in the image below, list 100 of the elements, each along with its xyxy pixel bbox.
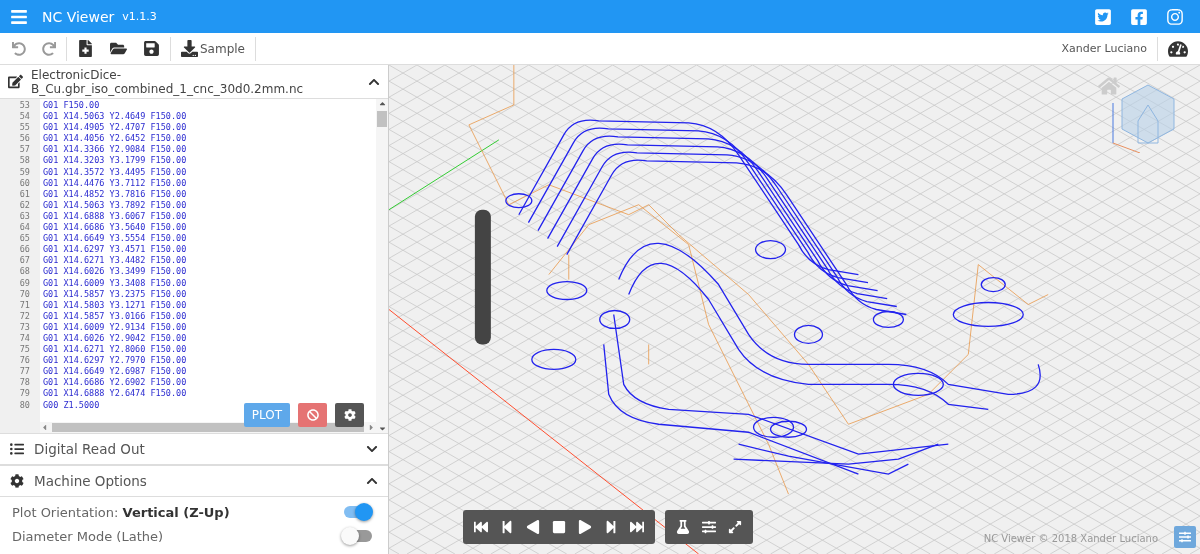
code-line: G01 X14.6271 Y3.4482 F150.00 (43, 255, 188, 267)
code-editor[interactable] (0, 99, 388, 433)
line-number: 69 (18, 277, 31, 289)
code-line: G01 X14.4905 Y2.4707 F150.00 (43, 122, 188, 134)
chevron-up-icon (366, 475, 378, 487)
sliders-icon (1179, 531, 1191, 543)
copyright-text: NC Viewer © 2018 Xander Luciano (983, 533, 1158, 544)
code-line: G01 X14.5803 Y3.1271 F150.00 (43, 299, 188, 311)
app-version: v1.1.3 (122, 10, 157, 23)
gear-icon (10, 474, 24, 488)
line-number: 74 (18, 332, 31, 345)
ban-icon (306, 409, 319, 421)
file-plus-icon (77, 40, 94, 57)
settings-button[interactable] (335, 403, 364, 427)
folder-icon (110, 40, 127, 57)
code-line: G01 X14.4852 Y3.7816 F150.00 (43, 188, 188, 200)
redo-icon (42, 41, 56, 56)
line-number: 58 (18, 155, 31, 167)
line-number: 63 (18, 210, 31, 223)
code-line: G01 X14.6649 Y2.6987 F150.00 (43, 366, 188, 378)
line-number: 73 (18, 321, 31, 333)
code-line: G01 X14.3366 Y2.9084 F150.00 (43, 144, 188, 156)
author-name: Xander Luciano (1061, 42, 1147, 55)
code-line: G01 X14.4056 Y2.6452 F150.00 (43, 133, 188, 145)
sliders-icon (702, 520, 716, 534)
edit-icon (8, 74, 23, 89)
line-number: 62 (18, 199, 31, 211)
gauge-icon (1168, 38, 1188, 59)
line-number: 61 (18, 188, 31, 200)
stop-icon (552, 520, 566, 534)
line-number: 68 (18, 266, 31, 278)
line-number: 67 (18, 255, 31, 267)
code-line: G01 X14.5857 Y3.2375 F150.00 (43, 288, 188, 300)
app-title: NC Viewer (42, 8, 115, 25)
play-icon (578, 520, 592, 534)
undo-icon (12, 41, 26, 56)
line-number: 59 (18, 166, 31, 178)
code-line: G01 X14.6026 Y2.9042 F150.00 (43, 332, 188, 345)
code-line: G01 X14.6297 Y3.4571 F150.00 (43, 244, 188, 256)
code-line: G01 X14.6649 Y3.5554 F150.00 (43, 233, 188, 245)
code-line: G01 X14.6271 Y2.8060 F150.00 (43, 344, 188, 356)
code-line: G01 X14.5063 Y3.7892 F150.00 (43, 199, 188, 211)
caret-down-icon[interactable] (377, 424, 387, 433)
line-number: 55 (18, 122, 31, 134)
code-line: G01 X14.6686 Y3.5640 F150.00 (43, 222, 188, 234)
line-number: 60 (18, 177, 31, 189)
line-number: 78 (18, 377, 31, 389)
fast-forward-icon (630, 520, 644, 534)
line-number: 72 (18, 310, 31, 322)
expand-icon (728, 520, 742, 534)
panel-header[interactable]: Digital Read Out (0, 433, 388, 465)
caret-up-icon[interactable] (377, 99, 387, 108)
menu-icon[interactable] (10, 7, 28, 26)
cancel-button[interactable] (298, 403, 327, 427)
instagram-icon[interactable] (1166, 7, 1184, 26)
fast-backward-icon (474, 520, 488, 534)
code-line: G01 X14.3572 Y3.4495 F150.00 (43, 166, 188, 178)
caret-left-icon[interactable] (40, 423, 49, 432)
line-number: 80 (18, 399, 31, 411)
toggle-switch[interactable] (344, 530, 372, 542)
code-line: G01 X14.6009 Y2.9134 F150.00 (43, 321, 188, 333)
vertical-scrollbar[interactable] (376, 99, 388, 433)
list-icon (10, 442, 24, 456)
code-line: G01 X14.5063 Y2.4649 F150.00 (43, 111, 188, 123)
file-name: ElectronicDice-B_Cu.gbr_iso_combined_1_cnc_30d0.2mm.nc (31, 67, 305, 96)
line-number: 79 (18, 388, 31, 400)
step-backward-icon (500, 520, 514, 534)
line-number: 64 (18, 222, 31, 234)
scroll-thumb[interactable] (377, 111, 387, 127)
line-number: 71 (18, 299, 31, 311)
code-line: G01 X14.4476 Y3.7112 F150.00 (43, 177, 188, 189)
code-line: G01 X14.3203 Y3.1799 F150.00 (43, 155, 188, 167)
line-number: 66 (18, 244, 31, 256)
code-line: G01 X14.6297 Y2.7970 F150.00 (43, 355, 188, 367)
toggle-switch[interactable] (344, 506, 372, 518)
reverse-play-icon (526, 520, 540, 534)
panel-header[interactable]: Machine Options (0, 465, 388, 497)
code-line: G01 X14.6686 Y2.6902 F150.00 (43, 377, 188, 389)
download-icon (181, 40, 198, 57)
facebook-icon[interactable] (1130, 7, 1148, 26)
line-number: 54 (18, 111, 31, 123)
line-number: 76 (18, 355, 31, 367)
step-forward-icon (604, 520, 618, 534)
line-number: 53 (18, 100, 31, 112)
option-label: Plot Orientation: Vertical (Z-Up) (12, 504, 231, 520)
code-line: G01 X14.6026 Y3.3499 F150.00 (43, 266, 188, 278)
line-number: 77 (18, 366, 31, 378)
flask-icon (676, 520, 690, 534)
line-number: 57 (18, 144, 31, 156)
code-line: G01 X14.6888 Y2.6474 F150.00 (43, 388, 188, 400)
line-number: 70 (18, 288, 31, 300)
settings-icon (343, 409, 356, 421)
code-line: G01 F150.00 (43, 100, 101, 112)
chevron-down-icon (366, 443, 378, 455)
twitter-icon[interactable] (1094, 7, 1112, 26)
code-line: G01 X14.5857 Y3.0166 F150.00 (43, 310, 188, 322)
sample-button[interactable]: Sample (175, 37, 251, 60)
line-number: 75 (18, 344, 31, 356)
caret-right-icon[interactable] (367, 423, 376, 432)
line-number: 65 (18, 233, 31, 245)
